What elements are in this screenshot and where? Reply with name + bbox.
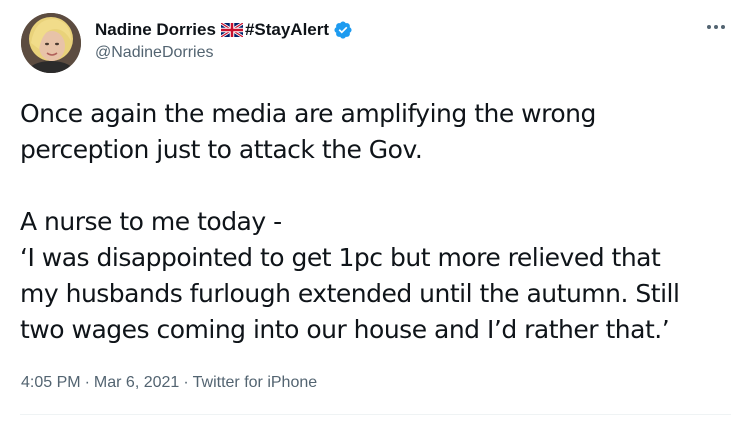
- tweet-card: Nadine Dorries #StayAlert @NadineDorries: [0, 0, 753, 421]
- display-name[interactable]: Nadine Dorries: [95, 20, 216, 40]
- name-row: Nadine Dorries #StayAlert: [95, 18, 693, 42]
- meta-separator: ·: [84, 374, 90, 391]
- uk-flag-icon: [220, 21, 244, 39]
- divider: [20, 414, 731, 415]
- hashtag: #StayAlert: [244, 20, 330, 39]
- tweet-time[interactable]: 4:05 PM: [21, 374, 81, 391]
- avatar-image: [21, 13, 81, 73]
- avatar[interactable]: [21, 13, 81, 73]
- more-options-icon[interactable]: [702, 18, 730, 36]
- tweet-header: Nadine Dorries #StayAlert @NadineDorries: [95, 18, 693, 62]
- tweet-meta: 4:05 PM · Mar 6, 2021 · Twitter for iPhone: [21, 374, 317, 392]
- tweet-text: Once again the media are amplifying the …: [20, 99, 680, 344]
- meta-separator: ·: [183, 374, 189, 391]
- tweet-date[interactable]: Mar 6, 2021: [94, 374, 179, 391]
- verified-badge-icon: [333, 20, 353, 40]
- tweet-source[interactable]: Twitter for iPhone: [193, 374, 318, 391]
- user-handle[interactable]: @NadineDorries: [95, 44, 693, 62]
